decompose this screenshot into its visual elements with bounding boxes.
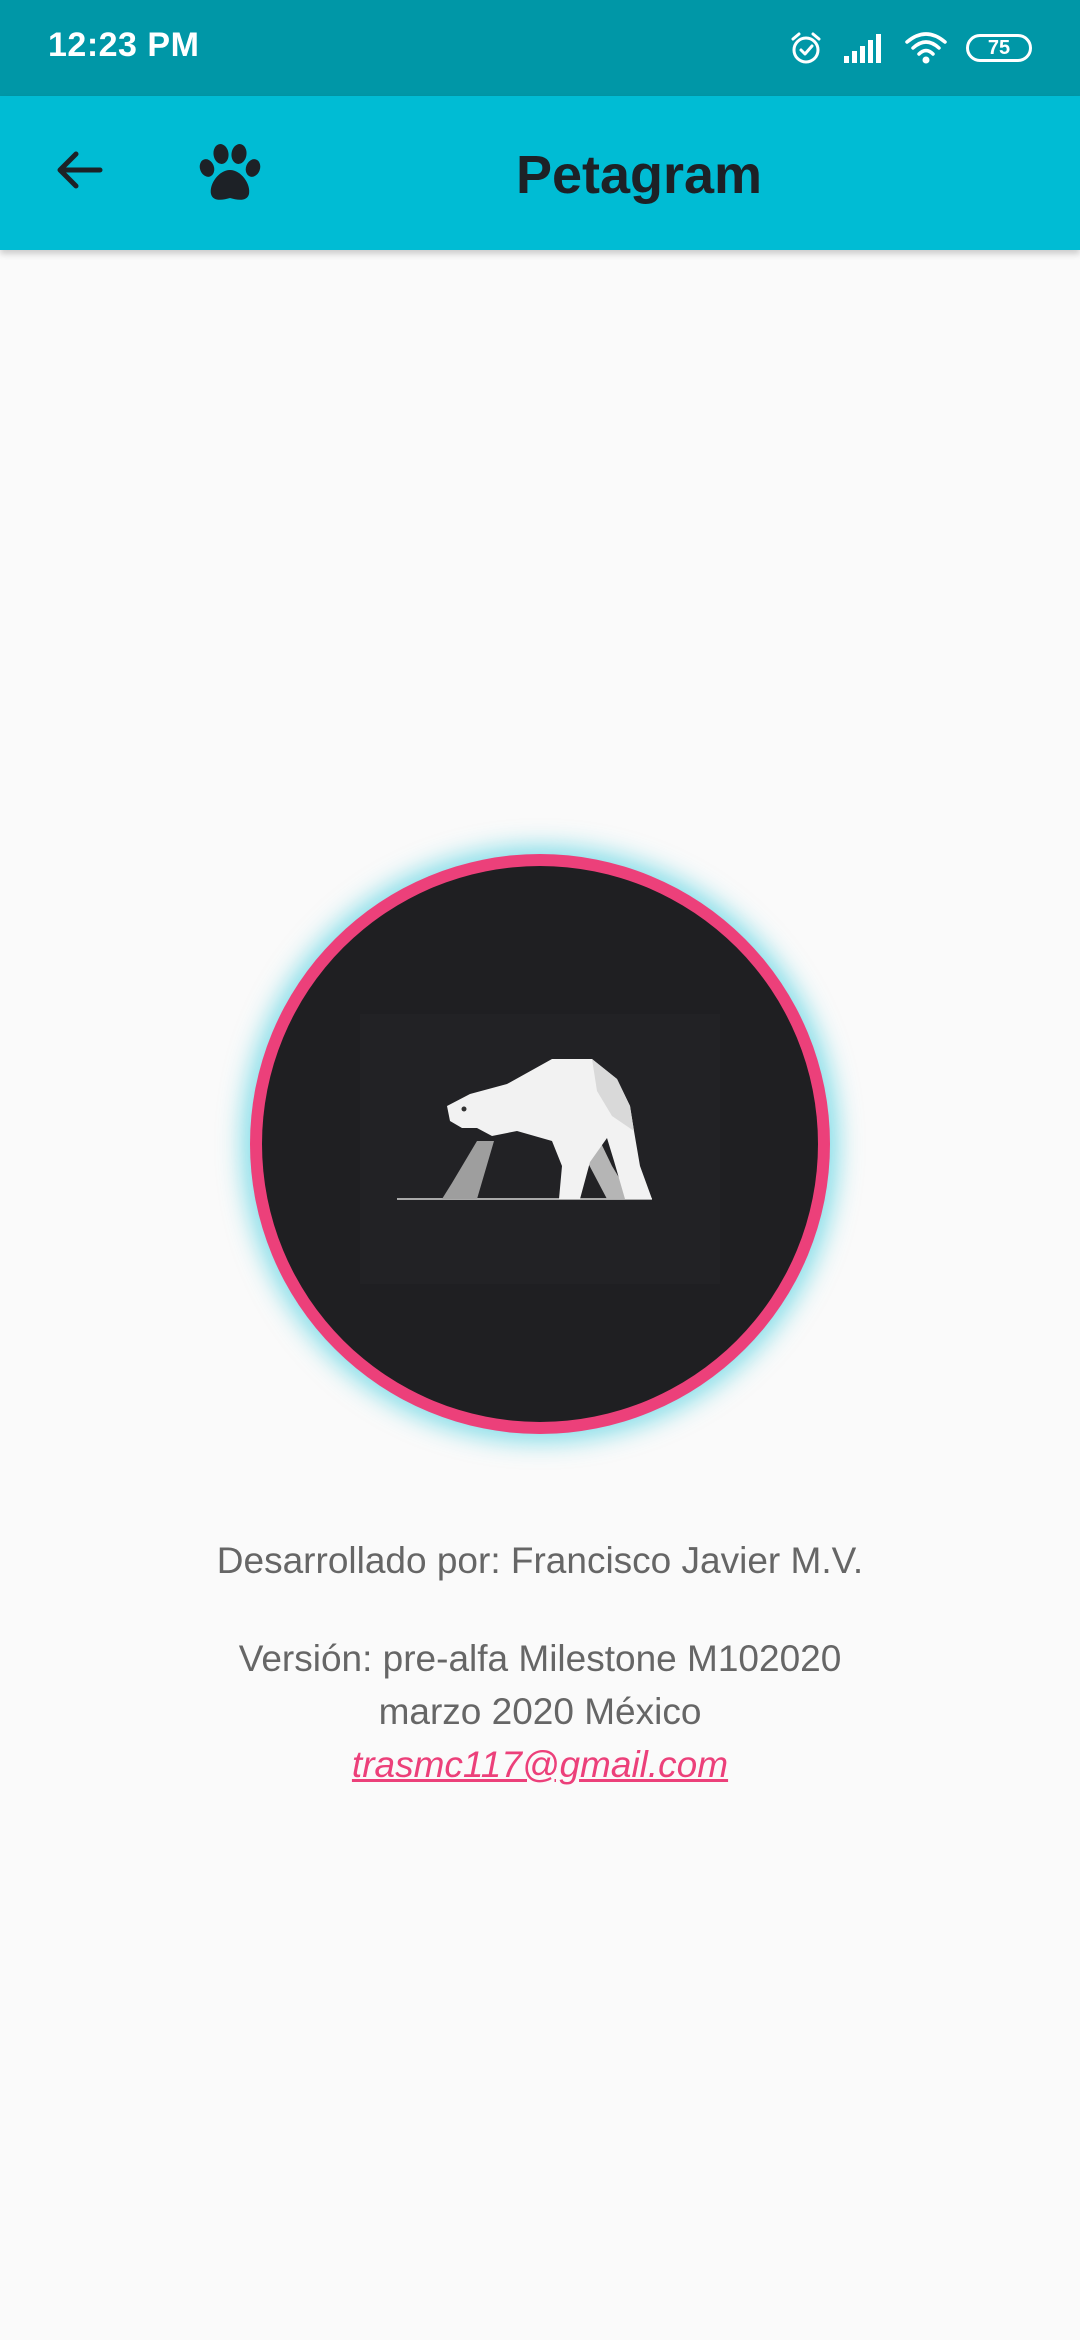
version-block: Versión: pre-alfa Milestone M102020 marz… — [0, 1632, 1080, 1791]
battery-level: 75 — [987, 36, 1011, 59]
email-link[interactable]: trasmc117@gmail.com — [352, 1744, 728, 1785]
wifi-icon — [904, 30, 948, 66]
status-icons: 75 — [788, 26, 1032, 70]
polar-bear-logo — [397, 1059, 652, 1200]
signal-icon — [842, 32, 886, 64]
version-text: Versión: pre-alfa Milestone M102020 — [238, 1638, 842, 1679]
developer-text: Desarrollado por: Francisco Javier M.V. — [216, 1540, 864, 1581]
battery-icon: 75 — [966, 34, 1032, 62]
alarm-icon — [788, 30, 824, 66]
status-bar: 12:23 PM 75 — [0, 0, 1080, 96]
status-time: 12:23 PM — [48, 26, 200, 64]
avatar-background — [262, 866, 818, 1422]
app-bar: Petagram — [0, 96, 1080, 250]
app-title: Petagram — [515, 145, 763, 205]
developer-avatar — [250, 854, 830, 1434]
date-location-text: marzo 2020 México — [378, 1691, 702, 1732]
